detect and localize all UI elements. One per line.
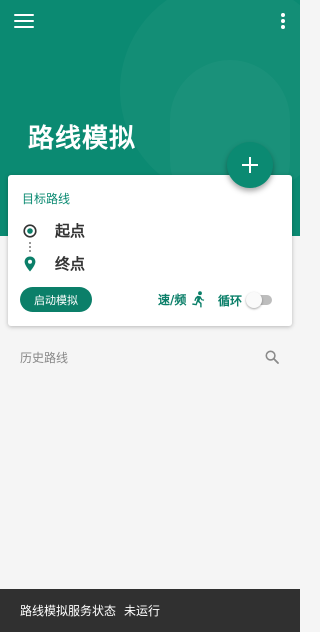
page-title: 路线模拟	[28, 124, 137, 154]
loop-control: 循环	[218, 291, 274, 309]
end-point-label: 终点	[55, 255, 86, 273]
loop-label: 循环	[218, 293, 243, 308]
route-connector	[29, 242, 31, 252]
service-status-label: 路线模拟服务状态	[20, 604, 117, 618]
location-pin-icon	[22, 255, 38, 273]
more-vert-icon[interactable]	[280, 12, 286, 30]
service-status-value: 未运行	[124, 604, 161, 618]
service-status-bar: 路线模拟服务状态 未运行	[0, 589, 300, 632]
search-icon[interactable]	[265, 349, 279, 364]
running-person-icon	[190, 291, 206, 308]
add-route-button[interactable]	[227, 142, 273, 188]
loop-toggle[interactable]	[246, 291, 274, 309]
start-point-row[interactable]: 起点	[22, 220, 85, 241]
menu-icon[interactable]	[14, 12, 34, 30]
end-point-row[interactable]: 终点	[22, 253, 85, 274]
history-routes-label: 历史路线	[20, 351, 69, 365]
start-point-label: 起点	[55, 222, 86, 240]
route-card: 目标路线 起点 终点 启动模拟 速/频 循环	[8, 175, 292, 326]
start-simulation-button[interactable]: 启动模拟	[20, 287, 92, 312]
speed-frequency-label: 速/频	[158, 293, 187, 307]
speed-frequency-button[interactable]: 速/频	[158, 291, 206, 308]
radio-target-icon	[22, 222, 38, 240]
card-title: 目标路线	[22, 192, 71, 206]
